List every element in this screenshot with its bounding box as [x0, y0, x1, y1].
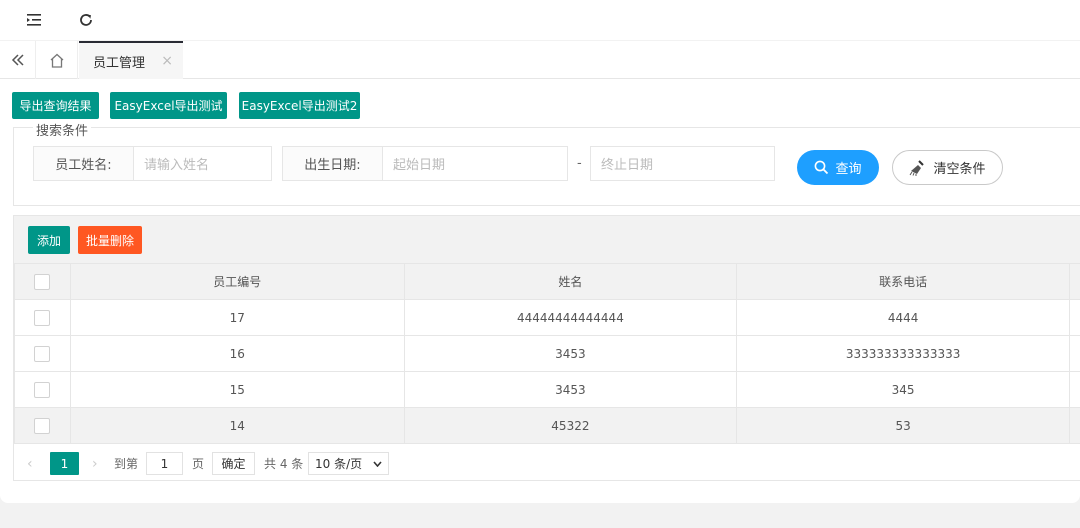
batch-delete-button[interactable]: 批量删除 — [78, 226, 142, 254]
row-checkbox-cell — [14, 407, 71, 444]
easyexcel-export-button[interactable]: EasyExcel导出测试 — [110, 92, 227, 119]
data-table: 员工编号 姓名 联系电话 17 44444444444444 4444 16 3… — [14, 263, 1080, 444]
table-row[interactable]: 15 3453 345 — [14, 371, 1080, 408]
cell-name: 3453 — [403, 335, 738, 372]
top-bar — [0, 0, 1080, 40]
easyexcel-export-2-button[interactable]: EasyExcel导出测试2 — [239, 92, 360, 119]
cell-overflow — [1068, 335, 1080, 372]
refresh-icon[interactable] — [74, 8, 98, 32]
close-icon[interactable]: × — [161, 53, 173, 69]
table-row[interactable]: 17 44444444444444 4444 — [14, 299, 1080, 336]
page-unit-label: 页 — [192, 457, 205, 471]
clear-button-label: 清空条件 — [933, 162, 986, 177]
tab-label: 员工管理 — [93, 55, 146, 71]
cell-name: 45322 — [403, 407, 738, 444]
goto-label: 到第 — [114, 457, 139, 471]
cell-phone: 345 — [736, 371, 1070, 408]
search-button[interactable]: 查询 — [797, 150, 879, 185]
row-checkbox-cell — [14, 371, 71, 408]
page-size-select[interactable]: 10 条/页 — [308, 452, 389, 475]
prev-page-icon[interactable]: ‹ — [27, 452, 33, 475]
select-all-checkbox[interactable] — [34, 273, 51, 290]
page-number-current[interactable]: 1 — [50, 452, 79, 475]
tab-employee-management[interactable]: 员工管理 × — [79, 41, 183, 79]
page-size-value: 10 条/页 — [315, 457, 363, 471]
select-all-cell — [14, 263, 71, 300]
home-icon[interactable] — [36, 41, 78, 79]
birth-date-label: 出生日期: — [282, 146, 383, 181]
row-checkbox-cell — [14, 335, 71, 372]
row-checkbox[interactable] — [34, 345, 51, 362]
goto-page-input[interactable]: 1 — [146, 452, 183, 475]
name-input[interactable]: 请输入姓名 — [133, 146, 272, 181]
search-button-label: 查询 — [835, 162, 862, 177]
data-table-container: 添加 批量删除 员工编号 姓名 联系电话 17 44444444444444 4… — [13, 215, 1080, 481]
cell-phone: 333333333333333 — [736, 335, 1070, 372]
cell-id: 16 — [69, 335, 405, 372]
goto-confirm-button[interactable]: 确定 — [212, 452, 255, 475]
column-header-phone[interactable]: 联系电话 — [736, 263, 1070, 300]
add-button[interactable]: 添加 — [28, 226, 70, 254]
column-header-name[interactable]: 姓名 — [403, 263, 738, 300]
clear-conditions-button[interactable]: 清空条件 — [892, 150, 1003, 185]
date-range-dash: - — [577, 156, 582, 171]
birth-end-input[interactable]: 终止日期 — [590, 146, 775, 181]
birth-start-input[interactable]: 起始日期 — [382, 146, 568, 181]
app: 员工管理 × 导出查询结果 EasyExcel导出测试 EasyExcel导出测… — [0, 0, 1080, 528]
cell-id: 14 — [69, 407, 405, 444]
content-card: 导出查询结果 EasyExcel导出测试 EasyExcel导出测试2 搜索条件… — [0, 79, 1080, 503]
row-checkbox[interactable] — [34, 381, 51, 398]
table-row[interactable]: 16 3453 333333333333333 — [14, 335, 1080, 372]
cell-id: 17 — [69, 299, 405, 336]
pagination: ‹ 1 › 到第 1 页 确定 共 4 条 10 条/页 — [14, 445, 1080, 481]
cell-name: 3453 — [403, 371, 738, 408]
chevron-down-icon — [373, 460, 382, 467]
name-label: 员工姓名: — [33, 146, 134, 181]
row-checkbox[interactable] — [34, 309, 51, 326]
table-header-row: 员工编号 姓名 联系电话 — [14, 263, 1080, 300]
column-header-overflow — [1068, 263, 1080, 300]
row-checkbox-cell — [14, 299, 71, 336]
cell-overflow — [1068, 407, 1080, 444]
search-icon — [815, 160, 829, 175]
cell-phone: 4444 — [736, 299, 1070, 336]
menu-fold-icon[interactable] — [22, 8, 46, 32]
tab-bar: 员工管理 × — [0, 40, 1080, 79]
cell-phone: 53 — [736, 407, 1070, 444]
cell-name: 44444444444444 — [403, 299, 738, 336]
table-toolbar: 添加 批量删除 — [14, 216, 1080, 263]
column-header-id[interactable]: 员工编号 — [69, 263, 405, 300]
export-query-button[interactable]: 导出查询结果 — [12, 92, 99, 119]
double-chevron-left-icon[interactable] — [0, 41, 36, 79]
search-legend: 搜索条件 — [33, 120, 92, 139]
table-row[interactable]: 14 45322 53 — [14, 407, 1080, 444]
cell-overflow — [1068, 371, 1080, 408]
cell-overflow — [1068, 299, 1080, 336]
row-checkbox[interactable] — [34, 417, 51, 434]
cell-id: 15 — [69, 371, 405, 408]
broom-icon — [910, 159, 925, 176]
total-count: 共 4 条 — [264, 457, 304, 471]
next-page-icon[interactable]: › — [92, 452, 98, 475]
